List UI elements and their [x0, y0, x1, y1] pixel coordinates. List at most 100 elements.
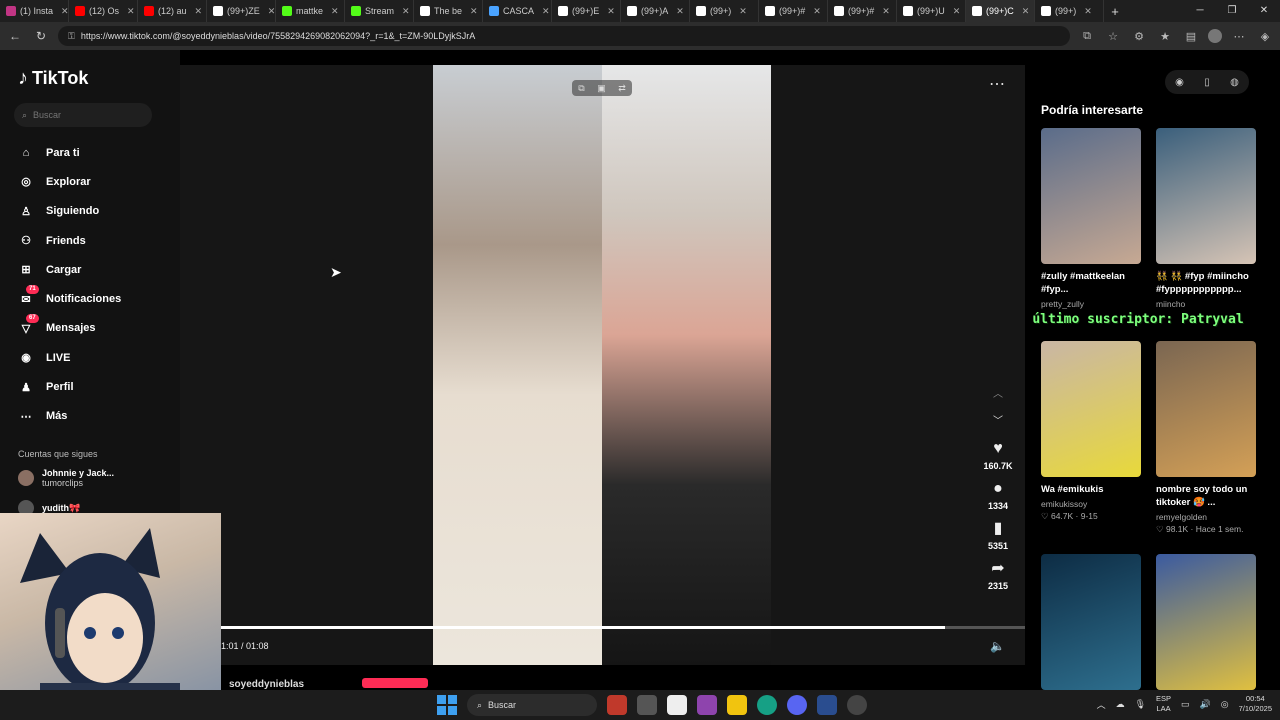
close-window-button[interactable]: ✕: [1248, 0, 1280, 22]
follow-button[interactable]: [362, 678, 428, 688]
video-player[interactable]: [433, 65, 771, 665]
tab-close-icon[interactable]: ✕: [470, 6, 478, 17]
more-options-icon[interactable]: ⋯: [989, 74, 1005, 94]
bookmark-star-icon[interactable]: ☆: [1104, 30, 1122, 43]
search-box[interactable]: ⌕: [14, 103, 152, 127]
browser-tab[interactable]: (99+)C ✕: [966, 0, 1035, 22]
tab-close-icon[interactable]: ✕: [739, 6, 747, 17]
taskbar-search[interactable]: ⌕ Buscar: [467, 694, 597, 716]
video-progress-bar[interactable]: [221, 626, 1025, 629]
tab-close-icon[interactable]: ✕: [127, 6, 135, 17]
sidebar-item-explorar[interactable]: ◎ Explorar: [18, 167, 168, 196]
save-action[interactable]: ▮ 5351: [988, 519, 1008, 551]
discord-icon[interactable]: [787, 695, 807, 715]
video-thumbnail[interactable]: [1156, 128, 1256, 264]
browser-tab[interactable]: (1) Insta ✕: [0, 0, 69, 22]
browser-tab[interactable]: Stream ✕: [345, 0, 414, 22]
site-info-icon[interactable]: ⚿: [68, 31, 75, 42]
extensions-icon[interactable]: ⚙: [1130, 30, 1148, 43]
sidebar-item-más[interactable]: ⋯ Más: [18, 402, 168, 431]
coins-icon[interactable]: ◉: [1175, 77, 1184, 88]
back-button[interactable]: ←: [6, 29, 24, 43]
video-username[interactable]: soyeddynieblas: [229, 679, 304, 690]
browser-tab[interactable]: (99+) ✕: [1035, 0, 1104, 22]
following-item[interactable]: Johnnie y Jack... tumorclips: [18, 468, 114, 488]
sidebar-item-notificaciones[interactable]: ✉ 71 Notificaciones: [18, 284, 168, 313]
volume-icon[interactable]: 🔈: [990, 639, 1005, 653]
browser-tab[interactable]: (99+)ZE ✕: [207, 0, 276, 22]
tiktok-logo[interactable]: ♪ TikTok: [18, 67, 88, 90]
tab-close-icon[interactable]: ✕: [61, 6, 68, 17]
speaker-icon[interactable]: 🔊: [1200, 699, 1211, 710]
collections-icon[interactable]: ▤: [1182, 30, 1200, 43]
browser-tab[interactable]: (99+)E ✕: [552, 0, 621, 22]
video-author[interactable]: pretty_zully: [1041, 299, 1141, 309]
browser-tab[interactable]: (12) au ✕: [138, 0, 207, 22]
favorites-icon[interactable]: ★: [1156, 30, 1174, 43]
install-icon[interactable]: ⧉: [1078, 30, 1096, 43]
recommended-video-card[interactable]: [1041, 554, 1141, 690]
sidebar-item-live[interactable]: ◉ LIVE: [18, 343, 168, 372]
pip-icon[interactable]: ⧉: [578, 83, 584, 94]
task-view-icon[interactable]: [637, 695, 657, 715]
sidebar-item-perfil[interactable]: ♟ Perfil: [18, 372, 168, 401]
recommended-video-card[interactable]: #zully #mattkeelan #fyp... pretty_zully: [1041, 128, 1141, 309]
sidebar-item-friends[interactable]: ⚇ Friends: [18, 226, 168, 255]
video-thumbnail[interactable]: [1041, 554, 1141, 690]
sidebar-item-cargar[interactable]: ⊞ Cargar: [18, 255, 168, 284]
tray-chevron-icon[interactable]: ︿: [1097, 698, 1106, 711]
store-icon[interactable]: [667, 695, 687, 715]
tab-close-icon[interactable]: ✕: [1084, 6, 1092, 17]
browser-tab[interactable]: mattke ✕: [276, 0, 345, 22]
search-input[interactable]: [33, 110, 134, 120]
copilot-icon[interactable]: ◈: [1256, 30, 1274, 43]
screenshot-icon[interactable]: ▣: [597, 83, 606, 94]
edge-icon[interactable]: [757, 695, 777, 715]
display-icon[interactable]: ▭: [1181, 699, 1190, 710]
url-field[interactable]: ⚿ https://www.tiktok.com/@soyeddynieblas…: [58, 26, 1070, 46]
sidebar-item-para-ti[interactable]: ⌂ Para ti: [18, 138, 168, 167]
video-thumbnail[interactable]: [1156, 554, 1256, 690]
tab-close-icon[interactable]: ✕: [268, 6, 275, 17]
tab-close-icon[interactable]: ✕: [542, 6, 550, 17]
video-thumbnail[interactable]: [1156, 341, 1256, 477]
file-explorer-icon[interactable]: [727, 695, 747, 715]
sidebar-item-siguiendo[interactable]: ♙ Siguiendo: [18, 197, 168, 226]
copilot-app-icon[interactable]: [697, 695, 717, 715]
microphone-icon[interactable]: 🎙: [1135, 699, 1146, 710]
maximize-button[interactable]: ❐: [1216, 0, 1248, 22]
video-thumbnail[interactable]: [1041, 341, 1141, 477]
video-author[interactable]: miincho: [1156, 299, 1256, 309]
like-action[interactable]: ♥ 160.7K: [983, 439, 1012, 471]
tab-close-icon[interactable]: ✕: [607, 6, 615, 17]
tab-close-icon[interactable]: ✕: [1022, 6, 1030, 17]
recommended-video-card[interactable]: [1156, 554, 1256, 690]
browser-tab[interactable]: (99+) ✕: [690, 0, 759, 22]
tab-close-icon[interactable]: ✕: [331, 6, 339, 17]
recommended-video-card[interactable]: Wa #emikukis emikukissoy ♡ 64.7K · 9-15: [1041, 341, 1141, 522]
clock[interactable]: 00:54 7/10/2025: [1239, 694, 1272, 714]
share-action[interactable]: ➦ 2315: [988, 559, 1008, 591]
tab-close-icon[interactable]: ✕: [402, 6, 410, 17]
browser-tab[interactable]: CASCA ✕: [483, 0, 552, 22]
video-author[interactable]: emikukissoy: [1041, 499, 1141, 509]
comment-action[interactable]: ● 1334: [988, 479, 1008, 511]
browser-tab[interactable]: (12) Os ✕: [69, 0, 138, 22]
profile-avatar[interactable]: [1208, 29, 1222, 43]
browser-tab[interactable]: (99+)A ✕: [621, 0, 690, 22]
reload-button[interactable]: ↻: [32, 29, 50, 43]
browser-tab[interactable]: (99+)# ✕: [828, 0, 897, 22]
tab-close-icon[interactable]: ✕: [953, 6, 961, 17]
recommended-video-card[interactable]: nombre soy todo un tiktoker 🥵 ... remyelg…: [1156, 341, 1256, 535]
video-thumbnail[interactable]: [1041, 128, 1141, 264]
obs-icon[interactable]: [817, 695, 837, 715]
language-indicator[interactable]: ESP LAA: [1156, 694, 1171, 714]
onedrive-icon[interactable]: ☁: [1116, 699, 1125, 710]
sidebar-item-mensajes[interactable]: ▽ 67 Mensajes: [18, 314, 168, 343]
windows-start-icon[interactable]: [437, 695, 457, 715]
translate-icon[interactable]: ⇄: [618, 83, 626, 94]
game-app-icon[interactable]: [607, 695, 627, 715]
network-icon[interactable]: ◎: [1221, 699, 1229, 710]
video-author[interactable]: remyelgolden: [1156, 512, 1256, 522]
chevron-down-icon[interactable]: ﹀: [993, 412, 1003, 427]
